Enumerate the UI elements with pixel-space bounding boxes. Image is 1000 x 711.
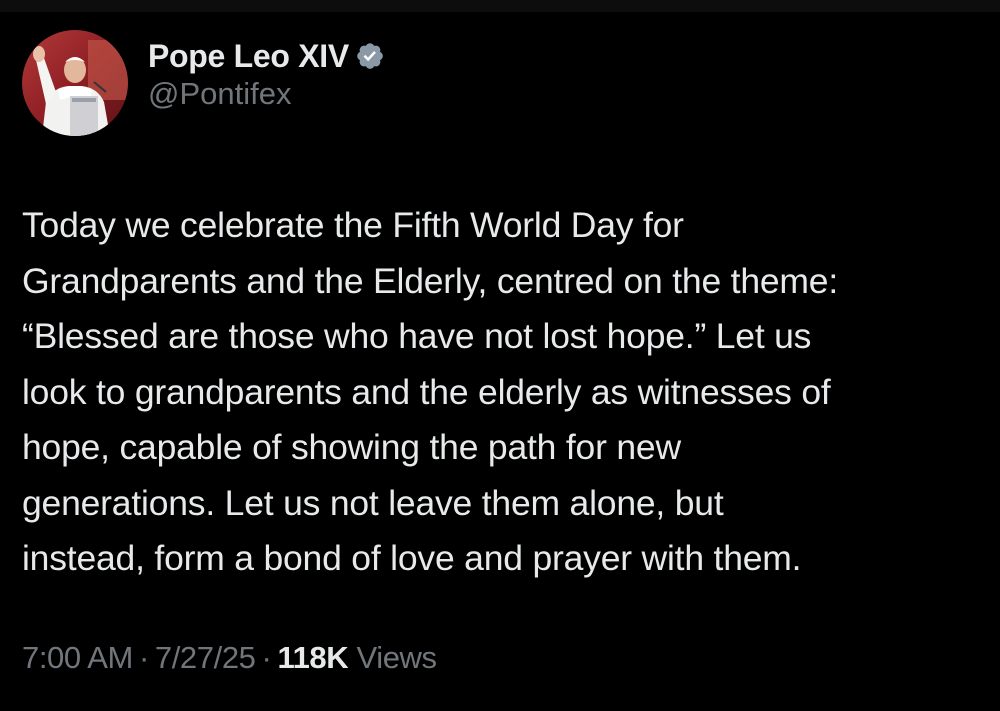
author-names: Pope Leo XIV @Pontifex [148,36,385,112]
tweet-time[interactable]: 7:00 AM [22,640,133,675]
views-label: Views [356,640,437,675]
display-name[interactable]: Pope Leo XIV [148,38,349,75]
verified-badge-icon[interactable] [355,41,385,71]
meta-separator: · [138,640,149,675]
tweet-header: Pope Leo XIV @Pontifex [22,30,385,136]
tweet-meta: 7:00 AM · 7/27/25 · 118K Views [22,640,437,676]
tweet-text: Today we celebrate the Fifth World Day f… [22,205,839,578]
author-handle[interactable]: @Pontifex [148,76,385,112]
top-edge-strip [0,0,1000,12]
meta-separator: · [261,640,272,675]
display-name-row: Pope Leo XIV [148,36,385,76]
views-count: 118K [277,640,349,675]
avatar[interactable] [22,30,128,136]
tweet-date[interactable]: 7/27/25 [155,640,256,675]
tweet-card: Pope Leo XIV @Pontifex Today we celebrat… [0,12,1000,711]
avatar-photo-icon [22,30,128,136]
